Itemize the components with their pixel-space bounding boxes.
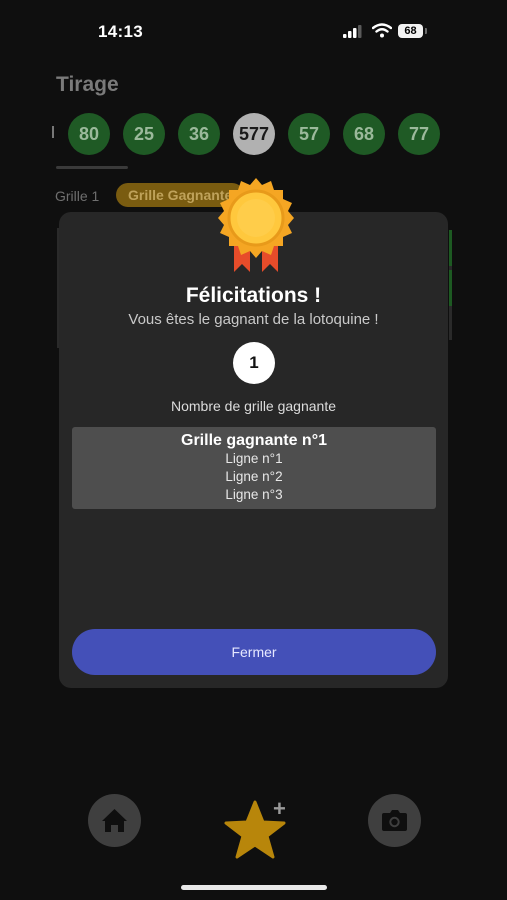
draw-ball: 80 xyxy=(68,113,110,155)
draw-ball-current: 577 xyxy=(233,113,275,155)
cellular-signal-icon xyxy=(343,25,362,38)
camera-button[interactable] xyxy=(368,794,421,847)
home-icon xyxy=(102,809,127,832)
clock: 14:13 xyxy=(98,22,143,41)
winning-line: Ligne n°1 xyxy=(225,451,283,466)
winning-grid-card: Grille gagnante n°1 Ligne n°1 Ligne n°2 … xyxy=(72,427,436,509)
home-button[interactable] xyxy=(88,794,141,847)
page-title: Tirage xyxy=(56,73,119,96)
home-indicator xyxy=(181,885,327,890)
add-plus-icon[interactable]: + xyxy=(273,796,286,822)
draw-ball: 57 xyxy=(288,113,330,155)
camera-icon xyxy=(382,810,407,831)
wifi-icon xyxy=(372,23,392,38)
winning-count-label: Nombre de grille gagnante xyxy=(171,398,336,414)
modal-subtitle: Vous êtes le gagnant de la lotoquine ! xyxy=(128,311,379,328)
battery-indicator: 68 xyxy=(398,24,423,38)
winning-line: Ligne n°3 xyxy=(225,487,283,502)
status-bar: 14:13 68 xyxy=(0,0,507,60)
battery-cap xyxy=(425,28,427,34)
draw-numbers-row[interactable]: 80 25 36 577 57 68 77 xyxy=(0,113,507,155)
medal-icon xyxy=(218,178,294,272)
draw-ball: 68 xyxy=(343,113,385,155)
winning-count-badge: 1 xyxy=(233,342,275,384)
winning-grid-title: Grille gagnante n°1 xyxy=(181,432,327,449)
close-button[interactable]: Fermer xyxy=(72,629,436,675)
winning-line: Ligne n°2 xyxy=(225,469,283,484)
modal-title: Félicitations ! xyxy=(185,284,322,307)
scroll-indicator xyxy=(56,166,128,169)
draw-ball: 77 xyxy=(398,113,440,155)
draw-ball: 25 xyxy=(123,113,165,155)
draw-ball: 36 xyxy=(178,113,220,155)
tab-grille-1[interactable]: Grille 1 xyxy=(55,188,99,204)
